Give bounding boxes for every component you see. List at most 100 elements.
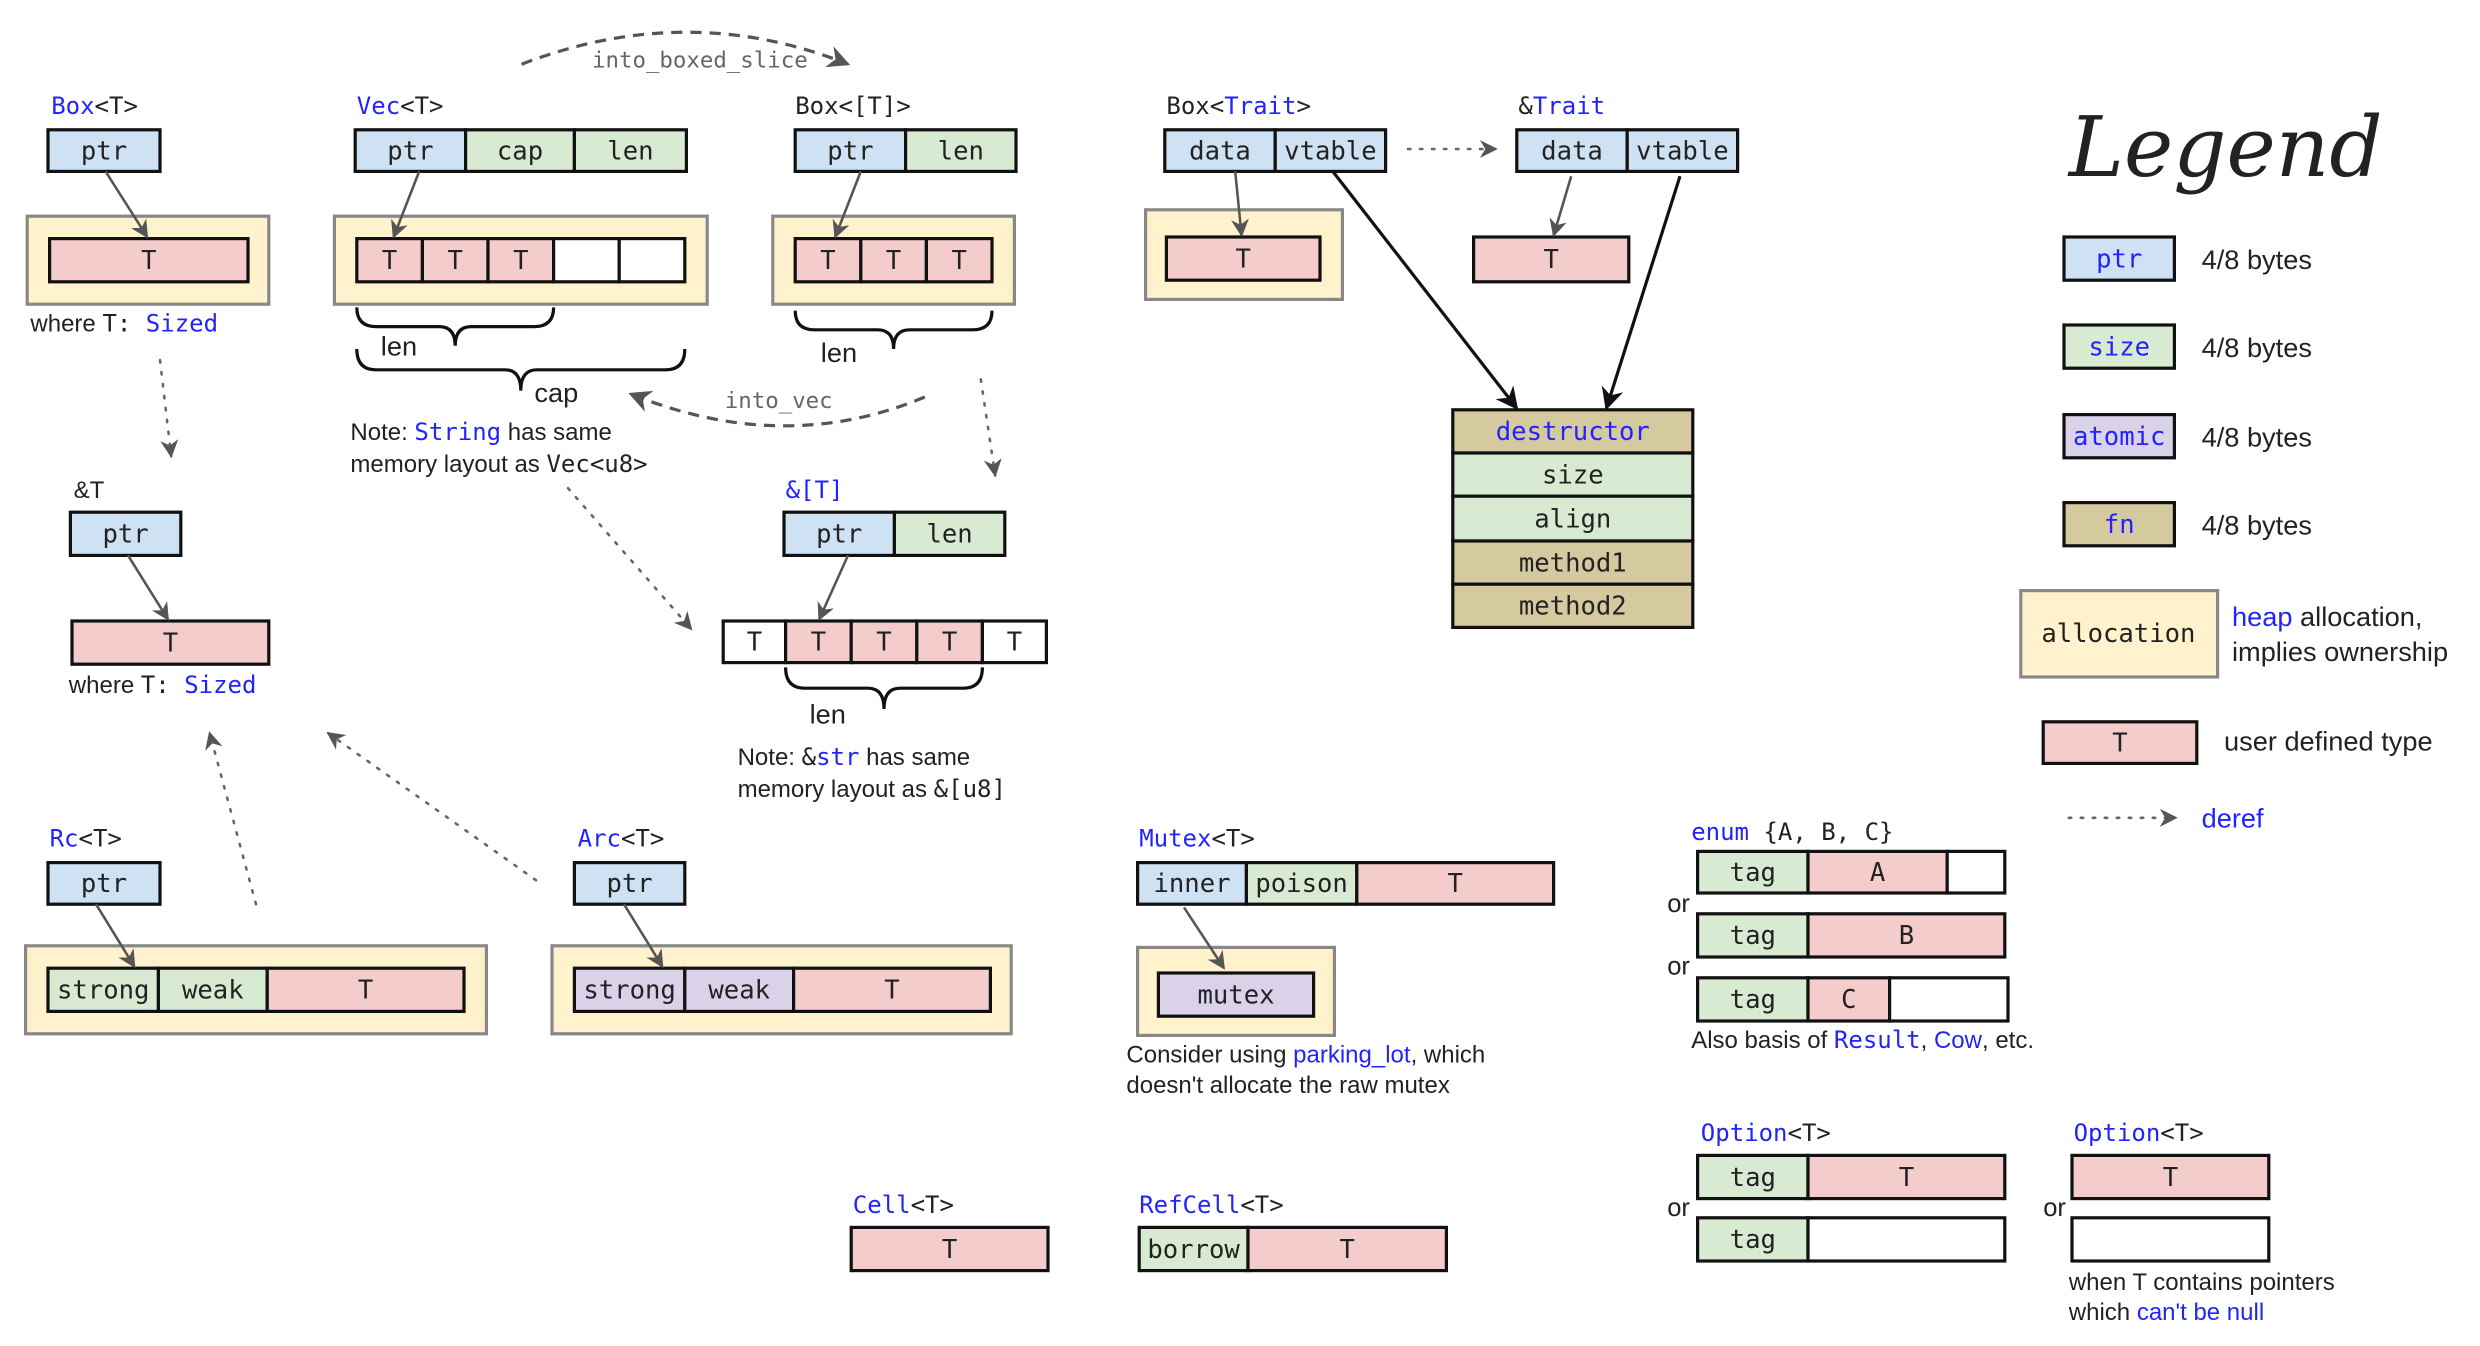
cell-t-value-label: T [942, 1235, 957, 1265]
ref-slice-slot-2: T [849, 619, 919, 665]
rc-t-title-part: <T> [79, 825, 122, 853]
ref-slice-note-line2: memory layout as &[u8] [738, 775, 1006, 803]
rust-memory-layout-diagram: Box<T>ptrTwhere T: SizedVec<T>ptr cap lenT… [24, 30, 2448, 1326]
ref-t-note: where T: Sized [68, 671, 257, 699]
vec-t-slot-4 [617, 237, 687, 284]
enum-variant-b-1-label: B [1899, 921, 1914, 951]
box-trait-field-0-label: data [1189, 136, 1251, 166]
mutex-t-field-2-label: T [1447, 869, 1462, 899]
arc-t-field-2-label: T [884, 976, 899, 1006]
legend-swatch-fn: fn [2062, 501, 2177, 548]
box-t-ptr: ptr [46, 128, 162, 173]
legend-swatch-atomic: atomic [2062, 413, 2177, 460]
mutex-t-note-line1: Consider using parking_lot, which [1126, 1042, 1485, 1069]
rc-t-field-0-label: strong [57, 976, 149, 1006]
option-niche-title: Option<T> [2074, 1119, 2204, 1147]
vtable-entry-0: destructor [1451, 408, 1695, 455]
enum-variant-a-1: A [1806, 849, 1949, 895]
vec-t-note-line2-part: memory layout as [350, 451, 546, 478]
option-niche-note-line2-part: which [2068, 1299, 2137, 1326]
option-tag-none-0: tag [1696, 1216, 1810, 1263]
ref-slice-slot-4: T [980, 619, 1048, 665]
mutex-t-note-line1-part: parking_lot [1293, 1042, 1411, 1069]
legend-allocation-desc-line1-part: allocation, [2292, 601, 2422, 632]
box-trait-title-part: > [1296, 92, 1310, 120]
rc-t-ptr: ptr [46, 861, 162, 906]
vec-t-field-2: len [572, 128, 689, 173]
legend-user-type-swatch-label: T [2112, 728, 2127, 758]
vec-t-note-line1: Note: String has same [350, 418, 611, 446]
enum-variant-c-1: C [1806, 976, 1892, 1023]
enum-variant-b-1: B [1806, 912, 2007, 959]
ref-t-value: T [70, 619, 271, 666]
vec-t-field-0-label: ptr [387, 136, 433, 166]
box-trait-title-part: Box< [1166, 92, 1224, 120]
box-t-note-part: T: [102, 309, 145, 337]
mutex-t-note-line2: doesn't allocate the raw mutex [1126, 1072, 1449, 1099]
vec-t-slot-2-label: T [513, 246, 528, 276]
ref-slice-slot-0: T [721, 619, 788, 665]
arc-t-field-1: weak [683, 966, 796, 1014]
enum-variant-a-0: tag [1696, 849, 1810, 895]
arc-t-field-0: strong [572, 966, 687, 1014]
enum-note-part: Cow [1934, 1027, 1983, 1054]
box-slice-field-0-label: ptr [827, 136, 873, 166]
vec-t-slot-2: T [486, 237, 556, 284]
rc-t-field-0: strong [46, 966, 160, 1014]
box-slice-slot-2: T [924, 237, 994, 284]
mutex-t-title: Mutex<T> [1139, 825, 1255, 853]
enum-variant-a-2-box [1945, 849, 2007, 895]
box-slice-title: Box<[T]> [795, 92, 911, 120]
mutex-t-title-part: Mutex [1139, 825, 1211, 853]
vec-t-note-line1-part: Note: [350, 419, 414, 446]
refcell-t-title-part: <T> [1240, 1191, 1283, 1219]
enum-variant-c-0: tag [1696, 976, 1810, 1023]
rc-t-ptr-label: ptr [81, 869, 127, 899]
box-slice-slot-1: T [859, 237, 928, 284]
ref-slice-pointer-arrow [817, 554, 850, 622]
ref-slice-slot-2-label: T [876, 628, 891, 658]
box-t-value: T [48, 237, 250, 284]
box-slice-slot-0-label: T [820, 246, 835, 276]
ref-slice-field-1: len [892, 510, 1007, 558]
vtable-entry-0-label: destructor [1496, 417, 1650, 447]
cell-t-title: Cell<T> [853, 1191, 954, 1219]
arc-t-field-0-label: strong [583, 976, 675, 1006]
option-niche-some: T [2070, 1153, 2271, 1201]
box-trait-title: Box<Trait> [1166, 92, 1311, 120]
deref-rc-to-ref [205, 731, 258, 906]
vec-t-cap-label: cap [534, 377, 578, 408]
legend-allocation-desc-line1: heap allocation, [2232, 601, 2422, 632]
option-tag-none-1 [1806, 1216, 2007, 1263]
ref-slice-note-line1-part: has same [859, 744, 970, 771]
legend-allocation-label: allocation [2041, 619, 2195, 649]
option-niche-note-line1-part: when T contains pointers [2068, 1269, 2335, 1296]
enum-note: Also basis of Result, Cow, etc. [1691, 1026, 2034, 1054]
rc-t-title-part: Rc [50, 825, 79, 853]
option-niche-none [2070, 1216, 2271, 1263]
option-niche-none-box [2070, 1216, 2271, 1263]
mutex-t-field-2: T [1355, 861, 1556, 906]
box-t-title-part: <T> [95, 92, 138, 120]
legend-title: Legend [2067, 99, 2383, 196]
vec-t-title-part: Vec [357, 92, 400, 120]
vec-t-note-line1-part: String [414, 418, 501, 446]
ref-t-title: &T [74, 477, 105, 504]
vec-t-slot-0-label: T [382, 246, 397, 276]
enum-title-part: enum [1691, 818, 1749, 846]
ref-slice-slot-3: T [915, 619, 984, 665]
ref-slice-note-line1-part: Note: [738, 744, 802, 771]
enum-note-part: Also basis of [1691, 1027, 1834, 1054]
refcell-t-field-0: borrow [1137, 1225, 1250, 1273]
ref-slice-slot-3-label: T [942, 628, 957, 658]
legend-swatch-ptr: ptr [2062, 235, 2177, 282]
vec-t-slot-0: T [355, 237, 424, 284]
vec-t-field-1-label: cap [497, 136, 543, 166]
box-trait-vtable-arrow [1331, 170, 1519, 410]
enum-variant-c-1-label: C [1841, 985, 1856, 1015]
box-trait-title-part: Trait [1224, 92, 1296, 120]
mutex-t-field-1: poison [1244, 861, 1359, 906]
vec-t-title-part: <T> [400, 92, 443, 120]
legend-swatch-size: size [2062, 323, 2177, 370]
box-slice-slot-0: T [793, 237, 863, 284]
